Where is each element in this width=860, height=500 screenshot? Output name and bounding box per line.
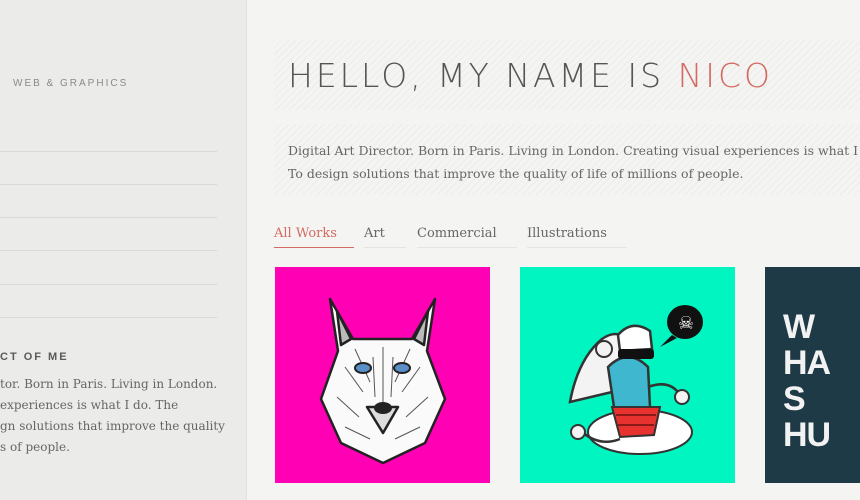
tab-all-works[interactable]: All Works: [274, 226, 354, 248]
bio-line: To design solutions that improve the qua…: [288, 166, 744, 181]
nav-divider: [0, 317, 217, 318]
nav-divider: [0, 284, 217, 285]
about-line: tor. Born in Paris. Living in London.: [0, 377, 218, 391]
tab-commercial[interactable]: Commercial: [417, 226, 517, 248]
poster-line: HA: [783, 344, 831, 382]
nav-divider: [0, 151, 217, 152]
portfolio-item-pirate[interactable]: ☠: [520, 267, 735, 483]
hero-name: NICO: [677, 56, 774, 95]
poster-line: HU: [783, 416, 831, 454]
about-line: s of people.: [0, 440, 70, 454]
portfolio-item-wolf[interactable]: [275, 267, 490, 483]
svg-text:☠: ☠: [678, 313, 694, 334]
nav-divider: [0, 217, 217, 218]
poster-line: W: [783, 308, 815, 346]
sidebar: WEB & GRAPHICS CT OF ME tor. Born in Par…: [0, 0, 247, 500]
bio-text: Digital Art Director. Born in Paris. Liv…: [288, 139, 860, 185]
nav-divider: [0, 250, 217, 251]
site-tagline: WEB & GRAPHICS: [13, 78, 129, 89]
greeting-text: HELLO, MY NAME IS: [288, 56, 678, 95]
bio-line: Digital Art Director. Born in Paris. Liv…: [288, 143, 860, 158]
about-line: gn solutions that improve the quality: [0, 419, 225, 433]
main-content: HELLO, MY NAME IS NICO Digital Art Direc…: [247, 0, 860, 500]
bio-box: Digital Art Director. Born in Paris. Liv…: [274, 124, 860, 195]
nav-divider: [0, 184, 217, 185]
portfolio-item-typography[interactable]: W HA S HU: [765, 267, 860, 483]
page-title: HELLO, MY NAME IS NICO: [288, 56, 773, 95]
typography-poster: W HA S HU: [783, 308, 831, 454]
hero-banner: HELLO, MY NAME IS NICO: [274, 40, 860, 110]
about-heading: CT OF ME: [0, 351, 69, 363]
tab-art[interactable]: Art: [364, 226, 406, 248]
tab-illustrations[interactable]: Illustrations: [527, 226, 627, 248]
poster-line: S: [783, 380, 806, 418]
about-text: tor. Born in Paris. Living in London. ex…: [0, 374, 225, 458]
about-line: experiences is what I do. The: [0, 398, 179, 412]
wolf-illustration-icon: [319, 297, 447, 465]
pirate-character-icon: ☠: [568, 305, 703, 455]
